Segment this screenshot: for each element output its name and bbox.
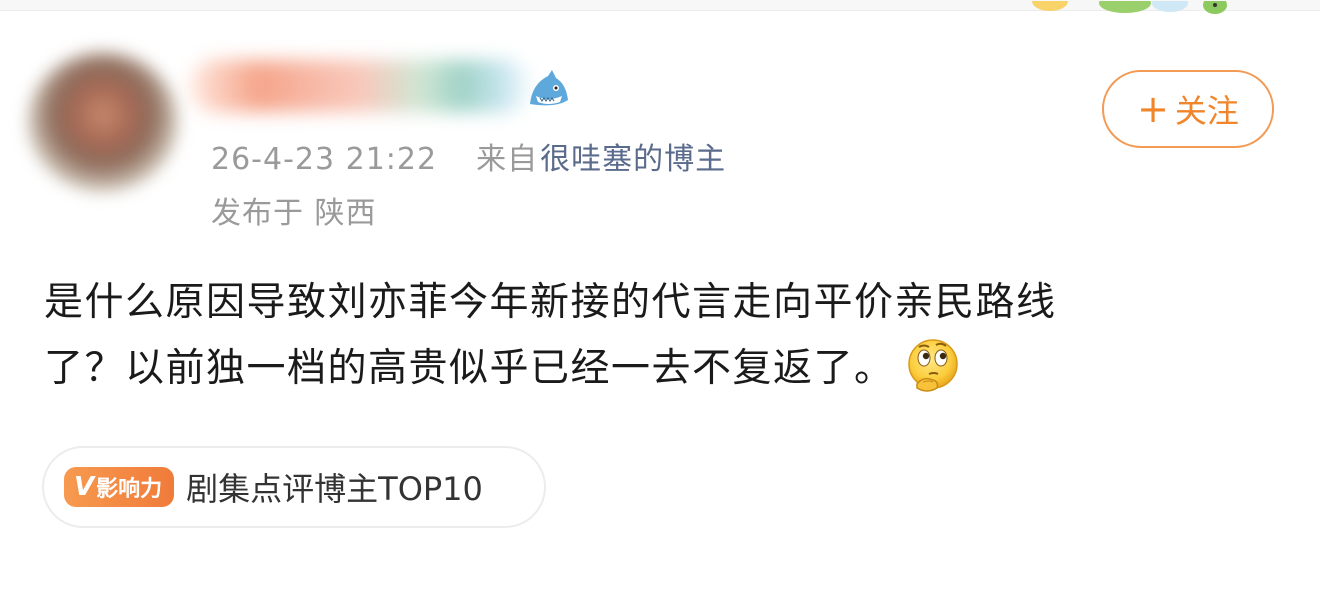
- influence-tag[interactable]: V 影响力 剧集点评博主TOP10: [42, 446, 546, 528]
- source-prefix: 来自: [476, 142, 539, 177]
- influence-badge-label: 影响力: [96, 477, 163, 502]
- post-timestamp: 26-4-23 21:22: [211, 142, 438, 177]
- source-link[interactable]: 很哇塞的博主: [540, 142, 726, 177]
- post-body: 是什么原因导致刘亦菲今年新接的代言走向平价亲民路线 了？以前独一档的高贵似乎已经…: [44, 270, 1264, 402]
- v-icon: V: [74, 472, 95, 502]
- post-text-line-2-content: 了？以前独一档的高贵似乎已经一去不复返了。: [44, 346, 895, 391]
- weibo-post-card: 26-4-23 21:22 来自很哇塞的博主 发布于 陕西 + 关注 是什么原因…: [0, 0, 1320, 593]
- post-location: 发布于 陕西: [211, 196, 377, 231]
- influence-badge: V 影响力: [64, 467, 175, 507]
- follow-button[interactable]: + 关注: [1102, 70, 1274, 148]
- avatar[interactable]: [28, 52, 178, 192]
- influence-tag-text: 剧集点评博主TOP10: [186, 470, 483, 508]
- plus-icon: +: [1137, 87, 1169, 131]
- follow-label: 关注: [1174, 92, 1239, 130]
- post-text-line-2: 了？以前独一档的高贵似乎已经一去不复返了。: [44, 336, 1264, 402]
- shark-badge-icon: [526, 70, 570, 110]
- top-decoration-banner: [1030, 0, 1240, 14]
- post-meta: 26-4-23 21:22 来自很哇塞的博主: [211, 134, 726, 178]
- username-blurred[interactable]: [190, 60, 530, 112]
- post-text-line-1: 是什么原因导致刘亦菲今年新接的代言走向平价亲民路线: [44, 280, 1057, 325]
- thinking-face-emoji: [903, 336, 963, 396]
